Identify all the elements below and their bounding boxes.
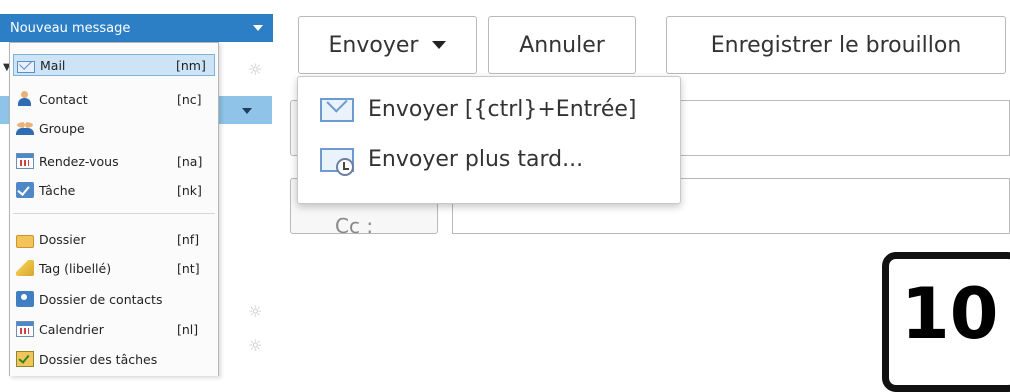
menu-item-shortcut: [nc] (177, 91, 202, 107)
new-message-dropdown[interactable]: Nouveau message (0, 14, 273, 42)
save-draft-label: Enregistrer le brouillon (710, 32, 962, 58)
menu-item-label: Rendez-vous (39, 153, 119, 169)
send-later-item[interactable]: Envoyer plus tard... (320, 147, 584, 176)
cancel-button-label: Annuler (519, 32, 605, 58)
menu-item-contacts-folder[interactable]: Dossier de contacts (13, 288, 215, 310)
cancel-button[interactable]: Annuler (488, 16, 636, 74)
menu-separator (13, 213, 215, 214)
menu-item-tasks-folder[interactable]: Dossier des tâches (13, 348, 215, 370)
folder-icon (16, 234, 34, 248)
menu-item-shortcut: [nt] (177, 260, 200, 276)
menu-item-shortcut: [nm] (176, 57, 206, 73)
gear-icon[interactable]: ☼ (248, 302, 262, 321)
step-number-badge: 10 (882, 252, 1010, 392)
send-now-item[interactable]: Envoyer [{ctrl}+Entrée] (320, 97, 637, 122)
sidebar-chevron-down-icon[interactable] (242, 108, 252, 114)
menu-item-label: Dossier (39, 231, 86, 247)
menu-item-appointment[interactable]: Rendez-vous [na] (13, 150, 215, 172)
menu-item-calendar[interactable]: Calendrier [nl] (13, 318, 215, 340)
menu-item-group[interactable]: Groupe (13, 117, 215, 139)
menu-item-mail[interactable]: Mail [nm] (13, 54, 215, 76)
step-number: 10 (901, 273, 999, 355)
menu-item-label: Tâche (39, 182, 76, 198)
menu-item-label: Dossier de contacts (39, 291, 163, 307)
menu-item-folder[interactable]: Dossier [nf] (13, 228, 215, 250)
tag-icon (16, 260, 34, 276)
send-button-label: Envoyer (328, 32, 419, 58)
menu-item-label: Tag (libellé) (39, 260, 112, 276)
new-message-label: Nouveau message (10, 20, 131, 36)
menu-item-shortcut: [nl] (177, 321, 199, 337)
menu-item-label: Dossier des tâches (39, 351, 158, 367)
send-later-label: Envoyer plus tard... (368, 147, 584, 172)
scheduled-mail-icon (320, 147, 354, 176)
calendar-icon (16, 153, 34, 169)
gear-icon[interactable]: ☼ (248, 60, 262, 79)
contacts-folder-icon (16, 291, 34, 307)
menu-item-label: Mail (40, 57, 66, 73)
gear-icon[interactable]: ☼ (248, 336, 262, 355)
chevron-down-icon (432, 41, 447, 49)
mail-icon (17, 61, 35, 73)
menu-item-shortcut: [nk] (177, 182, 202, 198)
contact-icon (16, 91, 34, 107)
menu-item-tag[interactable]: Tag (libellé) [nt] (13, 257, 215, 279)
calendar-icon (16, 321, 34, 337)
menu-item-shortcut: [na] (177, 153, 203, 169)
menu-item-label: Calendrier (39, 321, 104, 337)
send-now-label: Envoyer [{ctrl}+Entrée] (368, 97, 637, 122)
cc-label: Cc : (335, 214, 374, 238)
menu-item-shortcut: [nf] (177, 231, 200, 247)
task-icon (16, 182, 34, 198)
send-button[interactable]: Envoyer (298, 16, 477, 74)
menu-item-contact[interactable]: Contact [nc] (13, 88, 215, 110)
send-options-menu: Envoyer [{ctrl}+Entrée] Envoyer plus tar… (297, 76, 681, 204)
new-item-menu: Mail [nm] Contact [nc] Groupe Rendez-vou… (9, 42, 219, 376)
mail-icon (320, 97, 354, 122)
menu-item-label: Groupe (39, 120, 85, 136)
menu-item-task[interactable]: Tâche [nk] (13, 179, 215, 201)
chevron-down-icon (253, 25, 263, 31)
save-draft-button[interactable]: Enregistrer le brouillon (666, 16, 1006, 74)
tasks-folder-icon (16, 351, 34, 367)
group-icon (16, 120, 34, 136)
menu-item-label: Contact (39, 91, 88, 107)
